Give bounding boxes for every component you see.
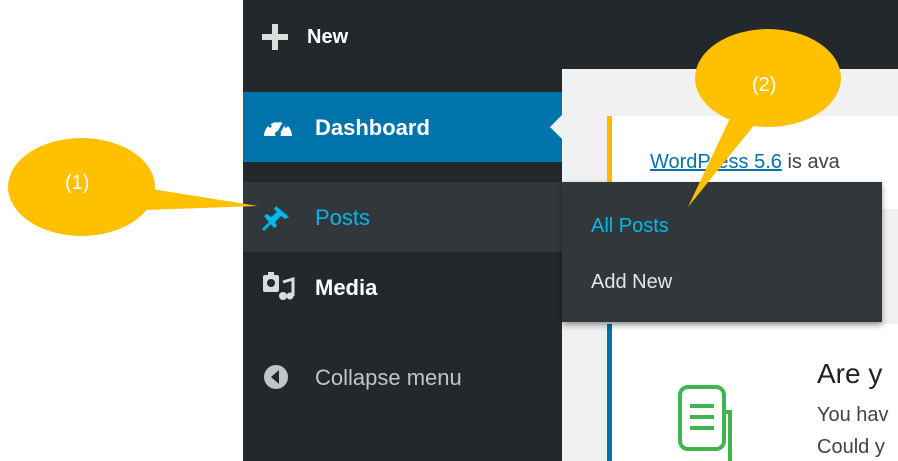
callout-2-label: (2) <box>752 74 777 96</box>
callout-2-pointer <box>688 112 760 207</box>
callout-1-label: (1) <box>65 172 90 194</box>
